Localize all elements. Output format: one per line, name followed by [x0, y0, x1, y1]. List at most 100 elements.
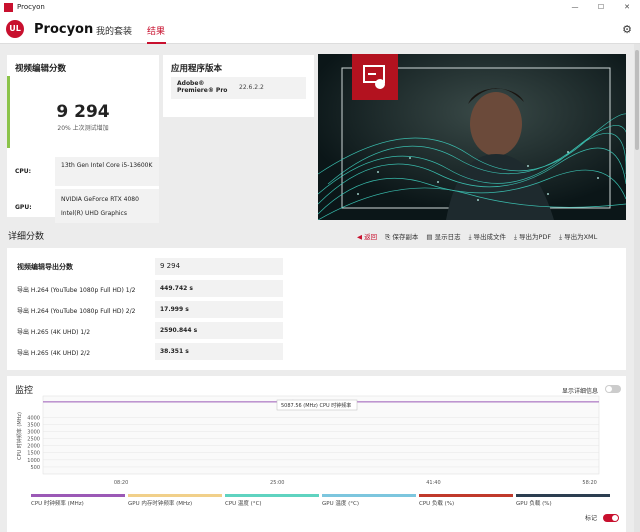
legend-item[interactable]: GPU 温度 (°C): [322, 494, 416, 507]
row-label: 导出 H.265 (4K UHD) 1/2: [17, 329, 91, 336]
export-pdf-label: 导出为PDF: [518, 233, 552, 241]
back-label: 返回: [364, 233, 378, 241]
y-tick-label: 4000: [27, 415, 40, 421]
app-icon: [4, 2, 13, 12]
results-content: 视频编辑分数 9 294 20% 上次测试增加 CPU: 13th Gen In…: [0, 44, 634, 532]
gpu-label: GPU:: [15, 204, 32, 211]
gpu-value-2: Intel(R) UHD Graphics: [61, 210, 127, 217]
legend-item[interactable]: GPU 内存时钟频率 (MHz): [128, 494, 222, 507]
row-value: 17.999 s: [155, 301, 283, 318]
legend-item[interactable]: GPU 负载 (%): [516, 494, 610, 507]
legend-label: GPU 内存时钟频率 (MHz): [128, 501, 193, 507]
legend-label: GPU 温度 (°C): [322, 501, 359, 507]
y-tick-label: 500: [30, 465, 40, 471]
y-tick-label: 2000: [27, 444, 40, 450]
score-value: 9 294: [56, 102, 110, 122]
y-axis-label: CPU 时钟频率 (MHz): [16, 412, 23, 460]
row-value: 2590.844 s: [155, 322, 283, 339]
tooltip-text: 5087.56 (MHz) CPU 时钟频率: [281, 402, 351, 409]
export-xml-label: 导出为XML: [564, 233, 598, 241]
gpu-value-1: NVIDIA GeForce RTX 4080: [61, 196, 139, 203]
legend-label: CPU 负载 (%): [419, 501, 455, 507]
monitoring-chart: 5001000150020002500 300035004000 08:20 25:…: [16, 395, 600, 486]
tab-my-suites[interactable]: 我的套装: [96, 24, 132, 37]
app-version: 22.6.2.2: [239, 84, 264, 91]
legend-item[interactable]: CPU 温度 (°C): [225, 494, 319, 507]
row-value: 38.351 s: [155, 343, 283, 360]
tab-results[interactable]: 结果: [147, 24, 165, 37]
window-title: Procyon: [17, 3, 45, 11]
x-tick-label: 41:40: [426, 480, 440, 486]
legend-swatch: [128, 494, 222, 497]
y-tick-label: 3000: [27, 429, 40, 435]
legend-item[interactable]: CPU 时钟频率 (MHz): [31, 494, 125, 507]
main-score-row: 视频编辑导出分数 9 294: [17, 258, 283, 275]
detail-toggle[interactable]: [605, 385, 621, 393]
detail-scores-card: 视频编辑导出分数 9 294 导出 H.264 (YouTube 1080p F…: [7, 248, 626, 370]
main-score-label: 视频编辑导出分数: [17, 263, 73, 271]
x-tick-label: 25:00: [270, 480, 284, 486]
top-navbar: UL Procyon 我的套装 结果 ⚙: [0, 14, 640, 44]
gpu-list: NVIDIA GeForce RTX 4080 Intel(R) UHD Gra…: [55, 189, 159, 223]
hero-image: [318, 54, 626, 220]
row-label: 导出 H.264 (YouTube 1080p Full HD) 1/2: [17, 287, 136, 294]
save-copy-label: 保存副本: [392, 233, 419, 241]
marker-toggle[interactable]: [603, 514, 619, 522]
chart-legend: CPU 时钟频率 (MHz) GPU 内存时钟频率 (MHz) CPU 温度 (…: [31, 494, 613, 507]
legend-swatch: [31, 494, 125, 497]
y-tick-label: 1500: [27, 451, 40, 457]
x-tick-label: 58:20: [582, 480, 596, 486]
cpu-label: CPU:: [15, 168, 32, 175]
cpu-value: 13th Gen Intel Core i5-13600K: [55, 157, 159, 186]
close-button[interactable]: ✕: [614, 0, 640, 14]
score-card: 视频编辑分数 9 294 20% 上次测试增加 CPU: 13th Gen In…: [7, 55, 159, 223]
marker-toggle-row: 标记: [585, 513, 597, 522]
x-tick-label: 08:20: [114, 480, 128, 486]
maximize-button[interactable]: ☐: [588, 0, 614, 14]
save-copy-button[interactable]: ⎘ 保存副本: [385, 231, 418, 242]
app-version-title: 应用程序版本: [171, 64, 223, 74]
legend-label: CPU 时钟频率 (MHz): [31, 501, 84, 507]
row-value: 449.742 s: [155, 280, 283, 297]
app-name: Adobe® Premiere® Pro: [177, 80, 228, 94]
show-log-label: 显示日志: [434, 233, 461, 241]
row-label: 导出 H.265 (4K UHD) 2/2: [17, 350, 91, 357]
table-row: 导出 H.265 (4K UHD) 2/2 38.351 s: [17, 343, 283, 360]
details-actions: ◀ 返回 ⎘ 保存副本 ▤ 显示日志 ⤓ 导出成文件 ⤓ 导出为PDF ⤓ 导出…: [357, 231, 597, 242]
gear-icon[interactable]: ⚙: [622, 23, 632, 36]
y-tick-label: 3500: [27, 422, 40, 428]
app-version-card: 应用程序版本 Adobe® Premiere® Pro 22.6.2.2: [163, 55, 314, 117]
row-label: 导出 H.264 (YouTube 1080p Full HD) 2/2: [17, 308, 136, 315]
app-version-row: Adobe® Premiere® Pro 22.6.2.2: [171, 77, 306, 99]
legend-label: GPU 负载 (%): [516, 501, 552, 507]
export-file-button[interactable]: ⤓ 导出成文件: [469, 231, 506, 242]
legend-swatch: [322, 494, 416, 497]
app-badge-icon: [352, 54, 398, 100]
score-subtitle: 20% 上次测试增加: [57, 125, 109, 132]
minimize-button[interactable]: —: [562, 0, 588, 14]
y-tick-label: 2500: [27, 437, 40, 443]
export-pdf-button[interactable]: ⤓ 导出为PDF: [514, 231, 551, 242]
y-tick-label: 1000: [27, 458, 40, 464]
legend-label: CPU 温度 (°C): [225, 501, 262, 507]
window-titlebar: Procyon — ☐ ✕: [0, 0, 640, 14]
chart-tooltip: 5087.56 (MHz) CPU 时钟频率: [276, 399, 358, 411]
legend-swatch: [516, 494, 610, 497]
legend-swatch: [225, 494, 319, 497]
monitoring-card: 监控 显示详细信息 500 1000 1500 2000 2500 3000 3500 400…: [7, 376, 626, 532]
brand-name: Procyon: [34, 22, 94, 37]
table-row: 导出 H.264 (YouTube 1080p Full HD) 2/2 17.…: [17, 301, 283, 318]
legend-item[interactable]: CPU 负载 (%): [419, 494, 513, 507]
table-row: 导出 H.265 (4K UHD) 1/2 2590.844 s: [17, 322, 283, 339]
ul-logo: UL: [6, 20, 24, 38]
main-score-value: 9 294: [155, 258, 283, 275]
score-title: 视频编辑分数: [15, 64, 67, 74]
back-button[interactable]: ◀ 返回: [357, 231, 377, 242]
show-log-button[interactable]: ▤ 显示日志: [426, 231, 460, 242]
marker-label: 标记: [585, 515, 598, 522]
export-file-label: 导出成文件: [473, 233, 507, 241]
export-xml-button[interactable]: ⤓ 导出为XML: [559, 231, 597, 242]
legend-swatch: [419, 494, 513, 497]
scrollbar[interactable]: [634, 44, 640, 532]
table-row: 导出 H.264 (YouTube 1080p Full HD) 1/2 449…: [17, 280, 283, 297]
